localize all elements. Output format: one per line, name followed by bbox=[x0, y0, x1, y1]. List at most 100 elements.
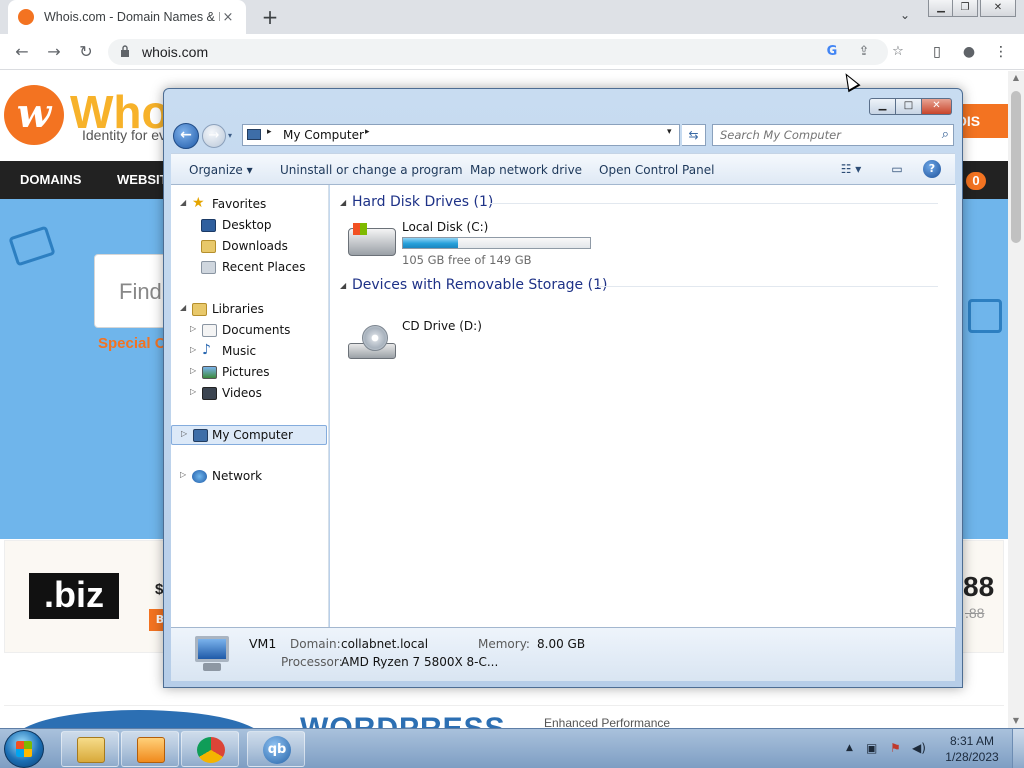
address-bar[interactable]: whois.com G ⇪ ☆ bbox=[108, 39, 904, 65]
open-control-panel-button[interactable]: Open Control Panel bbox=[599, 163, 714, 177]
search-placeholder: Find bbox=[119, 279, 162, 304]
wordpress-subtitle: Enhanced Performance bbox=[544, 716, 671, 728]
group-collapse-icon[interactable]: ◢ bbox=[340, 198, 346, 207]
explorer-forward-icon[interactable]: → bbox=[202, 124, 226, 148]
nav-my-computer[interactable]: ▷ My Computer bbox=[171, 425, 327, 445]
taskbar-chrome-button[interactable] bbox=[181, 731, 239, 767]
hard-disk-icon bbox=[348, 223, 396, 256]
nav-recent-places[interactable]: Recent Places bbox=[171, 258, 327, 278]
scroll-down-icon[interactable]: ▼ bbox=[1008, 714, 1024, 728]
tab-close-icon[interactable]: × bbox=[220, 10, 236, 25]
browser-minimize-button[interactable]: ▁ bbox=[928, 0, 954, 17]
whois-lookup-icon[interactable] bbox=[968, 299, 1002, 333]
collapse-arrow-icon[interactable]: ▷ bbox=[190, 345, 196, 354]
profile-icon[interactable]: ● bbox=[958, 42, 980, 62]
explorer-search-box[interactable]: ⌕ bbox=[712, 124, 954, 146]
group-header-removable-storage[interactable]: ◢ Devices with Removable Storage (1) bbox=[330, 276, 946, 296]
collapse-arrow-icon[interactable]: ▷ bbox=[181, 429, 187, 438]
uninstall-program-button[interactable]: Uninstall or change a program bbox=[280, 163, 463, 177]
group-header-hard-disk-drives[interactable]: ◢ Hard Disk Drives (1) bbox=[330, 193, 946, 213]
taskbar-explorer-button[interactable] bbox=[61, 731, 119, 767]
forward-arrow-icon[interactable]: → bbox=[42, 41, 66, 63]
page-scrollbar[interactable]: ▲ ▼ bbox=[1008, 71, 1024, 728]
expand-arrow-icon[interactable]: ◢ bbox=[180, 303, 186, 312]
computer-name: VM1 bbox=[249, 636, 277, 651]
desktop-icon bbox=[201, 219, 216, 232]
nav-pictures[interactable]: ▷ Pictures bbox=[171, 363, 327, 383]
explorer-search-input[interactable] bbox=[713, 125, 929, 145]
organize-button[interactable]: Organize ▾ bbox=[189, 163, 253, 177]
reload-icon[interactable]: ↻ bbox=[74, 41, 98, 63]
breadcrumb-my-computer[interactable]: My Computer bbox=[283, 128, 364, 142]
nav-videos[interactable]: ▷ Videos bbox=[171, 384, 327, 404]
nav-desktop[interactable]: Desktop bbox=[171, 216, 327, 236]
nav-network[interactable]: ▷ Network bbox=[171, 467, 327, 487]
whois-logo-icon[interactable]: w bbox=[4, 85, 64, 145]
breadcrumb-chevron-icon[interactable]: ▸ bbox=[365, 127, 370, 137]
collapse-arrow-icon[interactable]: ▷ bbox=[180, 470, 186, 479]
address-dropdown-icon[interactable]: ▾ bbox=[667, 127, 672, 137]
biz-tld-logo: .biz bbox=[29, 573, 119, 619]
explorer-address-bar[interactable]: ▸ My Computer ▸ ▾ bbox=[242, 124, 680, 146]
nav-documents[interactable]: ▷ Documents bbox=[171, 321, 327, 341]
browser-tab-whois[interactable]: Whois.com - Domain Names & Identity for … bbox=[8, 0, 246, 34]
nav-label: Recent Places bbox=[222, 260, 306, 274]
processor-label: Processor: bbox=[281, 655, 343, 669]
start-button[interactable] bbox=[4, 730, 44, 768]
drive-local-disk-c[interactable]: Local Disk (C:) 105 GB free of 149 GB bbox=[346, 220, 646, 267]
new-tab-button[interactable]: + bbox=[258, 6, 282, 28]
favorites-star-icon: ★ bbox=[192, 195, 205, 211]
preview-pane-icon[interactable]: ▭ bbox=[887, 160, 907, 178]
volume-icon[interactable]: ◀) bbox=[912, 741, 926, 755]
share-icon[interactable]: ⇪ bbox=[854, 43, 874, 61]
show-hidden-icons-icon[interactable]: ▲ bbox=[846, 743, 853, 753]
expand-arrow-icon[interactable]: ◢ bbox=[180, 198, 186, 207]
collapse-arrow-icon[interactable]: ▷ bbox=[190, 387, 196, 396]
action-center-flag-icon[interactable]: ⚑ bbox=[890, 741, 901, 755]
drive-capacity-fill bbox=[403, 238, 459, 248]
taskbar-media-player-button[interactable] bbox=[121, 731, 179, 767]
explorer-maximize-button[interactable]: □ bbox=[896, 98, 922, 115]
network-tray-icon[interactable]: ▣ bbox=[866, 741, 877, 755]
nav-domains[interactable]: DOMAINS bbox=[20, 172, 81, 187]
domain-label: Domain: bbox=[290, 637, 341, 651]
scroll-up-icon[interactable]: ▲ bbox=[1008, 71, 1024, 85]
cart-count-badge[interactable]: 0 bbox=[966, 172, 986, 190]
taskbar-clock[interactable]: 8:31 AM 1/28/2023 bbox=[940, 733, 1004, 765]
nav-downloads[interactable]: Downloads bbox=[171, 237, 327, 257]
browser-close-button[interactable]: ✕ bbox=[980, 0, 1016, 17]
map-network-drive-button[interactable]: Map network drive bbox=[470, 163, 582, 177]
breadcrumb-chevron-icon[interactable]: ▸ bbox=[267, 127, 272, 137]
side-panel-icon[interactable]: ▯ bbox=[926, 42, 948, 62]
bookmark-star-icon[interactable]: ☆ bbox=[888, 43, 908, 61]
pictures-icon bbox=[202, 366, 217, 379]
drive-capacity-bar bbox=[402, 237, 591, 249]
help-icon[interactable]: ? bbox=[923, 160, 941, 178]
collapse-arrow-icon[interactable]: ▷ bbox=[190, 366, 196, 375]
recent-pages-chevron-icon[interactable]: ▾ bbox=[228, 131, 238, 141]
domain-search-input[interactable]: Find bbox=[94, 254, 174, 328]
group-title: Hard Disk Drives (1) bbox=[352, 194, 494, 210]
nav-label: Desktop bbox=[222, 218, 272, 232]
nav-favorites[interactable]: ◢ ★ Favorites bbox=[171, 195, 327, 215]
nav-music[interactable]: ▷ ♪ Music bbox=[171, 342, 327, 362]
explorer-back-icon[interactable]: ← bbox=[173, 123, 199, 149]
google-icon[interactable]: G bbox=[822, 43, 842, 61]
nav-libraries[interactable]: ◢ Libraries bbox=[171, 300, 327, 320]
change-view-icon[interactable]: ☷ ▾ bbox=[833, 160, 869, 178]
group-collapse-icon[interactable]: ◢ bbox=[340, 281, 346, 290]
collapse-arrow-icon[interactable]: ▷ bbox=[190, 324, 196, 333]
search-icon[interactable]: ⌕ bbox=[942, 127, 949, 142]
tab-search-icon[interactable]: ⌄ bbox=[896, 8, 914, 26]
refresh-icon[interactable]: ⇆ bbox=[682, 124, 706, 146]
scroll-thumb[interactable] bbox=[1011, 91, 1021, 243]
browser-menu-icon[interactable]: ⋮ bbox=[990, 42, 1012, 62]
explorer-minimize-button[interactable]: ▁ bbox=[869, 98, 896, 115]
explorer-close-button[interactable]: ✕ bbox=[922, 98, 952, 115]
network-globe-icon bbox=[192, 470, 207, 483]
show-desktop-button[interactable] bbox=[1012, 729, 1024, 768]
taskbar-qbittorrent-button[interactable]: qb bbox=[247, 731, 305, 767]
browser-restore-button[interactable]: ❐ bbox=[952, 0, 978, 17]
drive-cd-d[interactable]: CD Drive (D:) bbox=[346, 319, 646, 365]
back-arrow-icon[interactable]: ← bbox=[10, 41, 34, 63]
